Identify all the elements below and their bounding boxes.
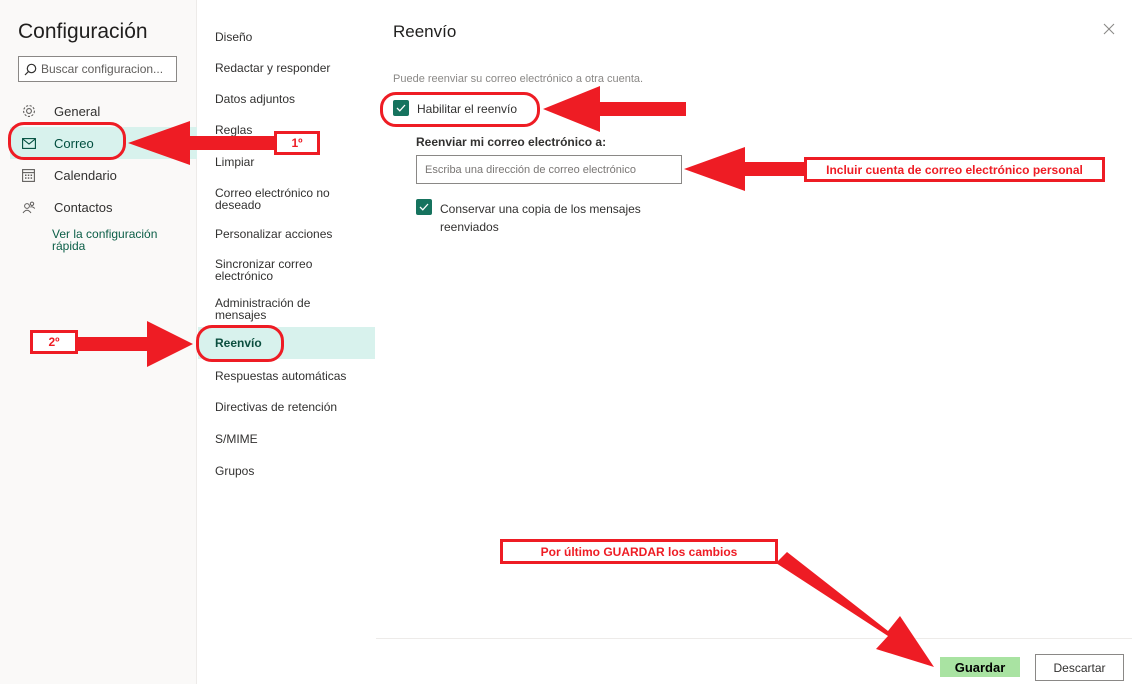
nav-item-label: Calendario (54, 167, 117, 183)
settings-search-box[interactable]: Buscar configuracion... (18, 56, 177, 82)
settings-search-placeholder: Buscar configuracion... (41, 62, 164, 76)
keep-copy-checkbox[interactable] (416, 199, 432, 215)
enable-forwarding-label[interactable]: Habilitar el reenvío (417, 102, 517, 116)
quick-config-link[interactable]: Ver la configuración rápida (52, 228, 182, 252)
forwarding-description: Puede reenviar su correo electrónico a o… (393, 73, 644, 85)
gear-icon (22, 104, 42, 118)
forwarding-settings-pane: Reenvío Puede reenviar su correo electró… (376, 0, 1132, 684)
subnav-item-sync-email[interactable]: Sincronizar correo electrónico (198, 258, 328, 282)
forward-email-input[interactable] (416, 155, 682, 184)
subnav-item-retention-policies[interactable]: Directivas de retención (198, 401, 375, 413)
checkmark-icon (396, 104, 406, 112)
nav-item-general[interactable]: General (10, 95, 197, 127)
subnav-item-sweep[interactable]: Limpiar (198, 156, 375, 168)
footer-divider (376, 638, 1132, 639)
nav-item-mail[interactable]: Correo (10, 127, 197, 159)
keep-copy-label[interactable]: Conservar una copia de los mensajes reen… (440, 200, 680, 236)
subnav-item-automatic-replies[interactable]: Respuestas automáticas (198, 370, 375, 382)
subnav-item-message-handling[interactable]: Administración de mensajes (198, 297, 328, 321)
nav-item-calendar[interactable]: Calendario (10, 159, 197, 191)
subnav-item-compose-reply[interactable]: Redactar y responder (198, 62, 375, 74)
subnav-item-layout[interactable]: Diseño (198, 31, 375, 43)
discard-button[interactable]: Descartar (1035, 654, 1124, 681)
subnav-item-rules[interactable]: Reglas (198, 124, 375, 136)
enable-forwarding-checkbox[interactable] (393, 100, 409, 116)
settings-secondary-nav: Diseño Redactar y responder Datos adjunt… (198, 0, 375, 684)
calendar-icon (22, 168, 42, 182)
subnav-item-attachments[interactable]: Datos adjuntos (198, 93, 375, 105)
mail-icon (22, 137, 42, 149)
nav-item-label: Correo (54, 135, 94, 151)
settings-title: Configuración (18, 20, 148, 43)
pane-title: Reenvío (393, 22, 457, 41)
subnav-item-customize-actions[interactable]: Personalizar acciones (198, 228, 375, 240)
close-icon (1103, 23, 1115, 35)
search-icon (19, 63, 41, 76)
save-button[interactable]: Guardar (940, 657, 1020, 677)
nav-item-contacts[interactable]: Contactos (10, 191, 197, 223)
subnav-item-smime[interactable]: S/MIME (198, 433, 375, 445)
subnav-item-junk-email[interactable]: Correo electrónico no deseado (198, 187, 338, 211)
settings-primary-nav: Configuración Buscar configuracion... Ge… (0, 0, 197, 684)
contacts-icon (22, 201, 42, 214)
checkmark-icon (419, 203, 429, 211)
subnav-item-forwarding[interactable]: Reenvío (198, 327, 375, 359)
forward-to-label: Reenviar mi correo electrónico a: (416, 135, 607, 149)
close-button[interactable] (1100, 20, 1118, 38)
nav-item-label: Contactos (54, 199, 113, 215)
subnav-item-groups[interactable]: Grupos (198, 465, 375, 477)
nav-item-label: General (54, 103, 101, 119)
